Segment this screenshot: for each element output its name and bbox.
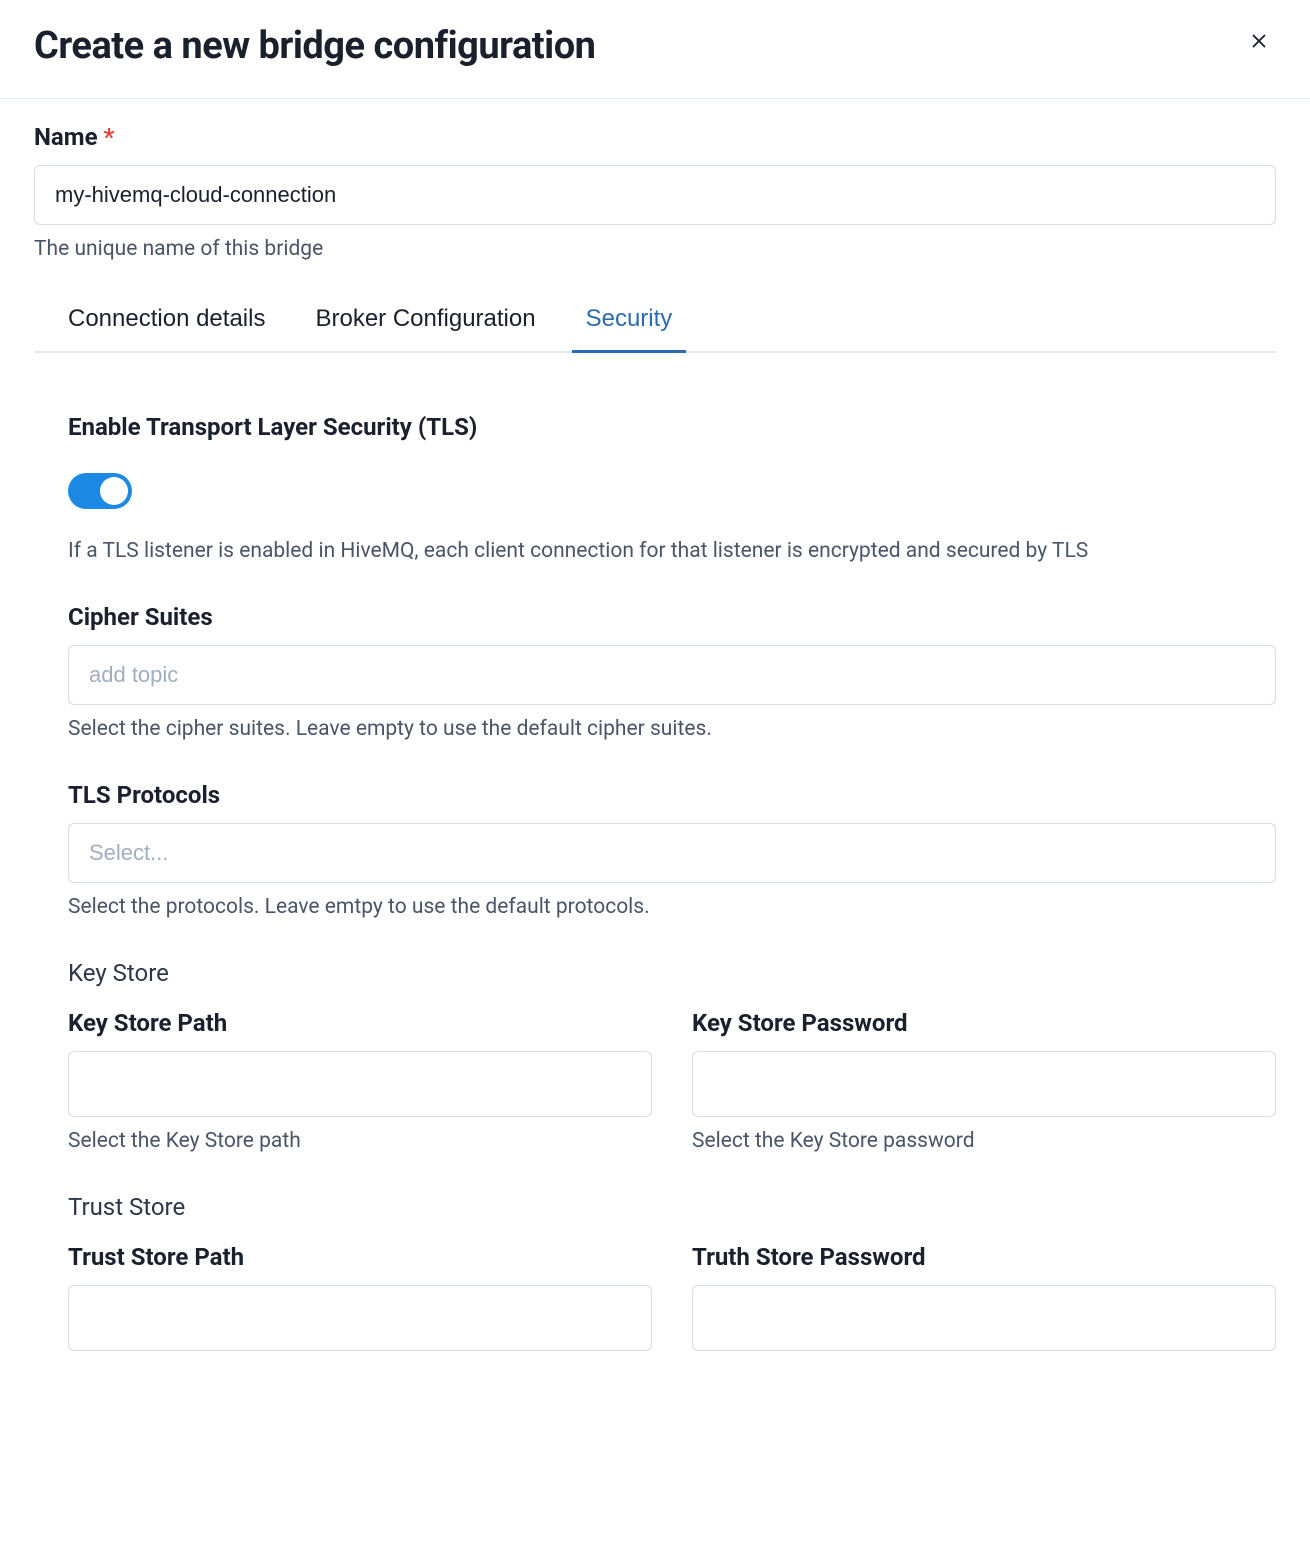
name-input[interactable] — [34, 165, 1276, 225]
close-icon — [1248, 30, 1270, 55]
modal-body: Name * The unique name of this bridge Co… — [0, 99, 1310, 353]
key-store-path-block: Key Store Path Select the Key Store path — [68, 1009, 652, 1153]
trust-store-row: Trust Store Path Truth Store Password — [68, 1243, 1276, 1351]
tls-helper: If a TLS listener is enabled in HiveMQ, … — [68, 539, 1276, 563]
tls-protocols-label: TLS Protocols — [68, 781, 1276, 809]
tls-protocols-helper: Select the protocols. Leave emtpy to use… — [68, 895, 1276, 919]
key-store-path-label: Key Store Path — [68, 1009, 652, 1037]
key-store-path-helper: Select the Key Store path — [68, 1129, 652, 1153]
tls-block: Enable Transport Layer Security (TLS) If… — [68, 413, 1276, 563]
name-label-text: Name — [34, 123, 98, 151]
trust-store-path-label: Trust Store Path — [68, 1243, 652, 1271]
key-store-path-input[interactable] — [68, 1051, 652, 1117]
tls-protocols-block: TLS Protocols Select the protocols. Leav… — [68, 781, 1276, 919]
key-store-password-input[interactable] — [692, 1051, 1276, 1117]
name-field-block: Name * The unique name of this bridge — [34, 123, 1276, 261]
cipher-suites-label: Cipher Suites — [68, 603, 1276, 631]
tls-label: Enable Transport Layer Security (TLS) — [68, 413, 1276, 441]
trust-store-path-input[interactable] — [68, 1285, 652, 1351]
security-section: Enable Transport Layer Security (TLS) If… — [0, 353, 1310, 1351]
tls-protocols-select[interactable] — [68, 823, 1276, 883]
trust-store-password-block: Truth Store Password — [692, 1243, 1276, 1351]
cipher-suites-block: Cipher Suites Select the cipher suites. … — [68, 603, 1276, 741]
trust-store-password-input[interactable] — [692, 1285, 1276, 1351]
trust-store-password-label: Truth Store Password — [692, 1243, 1276, 1271]
cipher-suites-input[interactable] — [68, 645, 1276, 705]
trust-store-path-block: Trust Store Path — [68, 1243, 652, 1351]
key-store-heading: Key Store — [68, 959, 1276, 987]
trust-store-heading: Trust Store — [68, 1193, 1276, 1221]
name-helper: The unique name of this bridge — [34, 237, 1276, 261]
key-store-row: Key Store Path Select the Key Store path… — [68, 1009, 1276, 1153]
key-store-password-helper: Select the Key Store password — [692, 1129, 1276, 1153]
modal-header: Create a new bridge configuration — [0, 0, 1310, 99]
modal-title: Create a new bridge configuration — [34, 24, 595, 68]
tab-security[interactable]: Security — [586, 305, 673, 351]
tab-broker-configuration[interactable]: Broker Configuration — [315, 305, 535, 351]
tab-connection-details[interactable]: Connection details — [68, 305, 265, 351]
cipher-suites-helper: Select the cipher suites. Leave empty to… — [68, 717, 1276, 741]
required-indicator: * — [104, 123, 115, 151]
toggle-knob — [100, 477, 128, 505]
tls-toggle[interactable] — [68, 473, 132, 509]
modal-create-bridge: Create a new bridge configuration Name *… — [0, 0, 1310, 1351]
key-store-password-label: Key Store Password — [692, 1009, 1276, 1037]
tabs: Connection details Broker Configuration … — [34, 305, 1276, 353]
key-store-password-block: Key Store Password Select the Key Store … — [692, 1009, 1276, 1153]
name-label: Name * — [34, 123, 1276, 151]
close-button[interactable] — [1242, 24, 1276, 61]
